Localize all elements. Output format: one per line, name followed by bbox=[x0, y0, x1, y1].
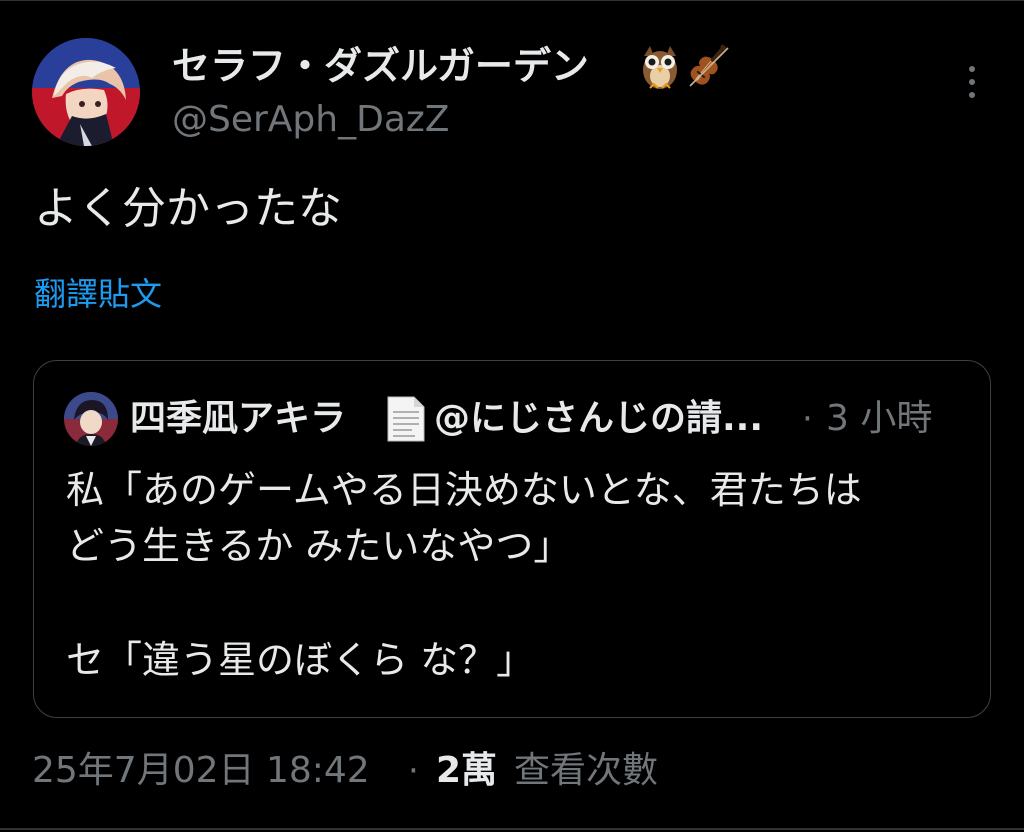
tweet-text: よく分かったな bbox=[34, 183, 342, 234]
owl-icon bbox=[636, 40, 684, 92]
author-avatar[interactable] bbox=[32, 38, 140, 146]
quote-author-name[interactable]: 四季凪アキラ bbox=[130, 394, 346, 444]
quote-separator: · bbox=[802, 399, 813, 439]
top-divider bbox=[0, 0, 1024, 1]
document-icon bbox=[382, 394, 428, 444]
footer-separator: · bbox=[408, 751, 419, 791]
violin-icon bbox=[684, 40, 732, 92]
quote-timestamp[interactable]: 3 小時 bbox=[826, 394, 932, 444]
quote-text-line: 私「あのゲームやる日決めないとな、君たちは bbox=[66, 468, 862, 512]
bottom-divider bbox=[0, 828, 1024, 830]
author-handle[interactable]: @SerAph_DazZ bbox=[172, 96, 449, 144]
quote-text-line: セ「違う星のぼくら な？」 bbox=[66, 638, 535, 682]
more-options-icon[interactable] bbox=[952, 58, 992, 106]
view-count-label: 查看次數 bbox=[514, 750, 659, 791]
quote-author-avatar[interactable] bbox=[64, 392, 118, 446]
translate-post-link[interactable]: 翻譯貼文 bbox=[34, 272, 162, 316]
author-display-name[interactable]: セラフ・ダズルガーデン bbox=[172, 40, 589, 92]
post-timestamp[interactable]: 25年7月02日 18:42 bbox=[32, 746, 370, 796]
quote-author-handle[interactable]: @にじさんじの請... bbox=[434, 394, 763, 444]
view-count[interactable]: 2萬 bbox=[436, 746, 497, 796]
quote-text-line: どう生きるか みたいなやつ」 bbox=[66, 524, 572, 568]
